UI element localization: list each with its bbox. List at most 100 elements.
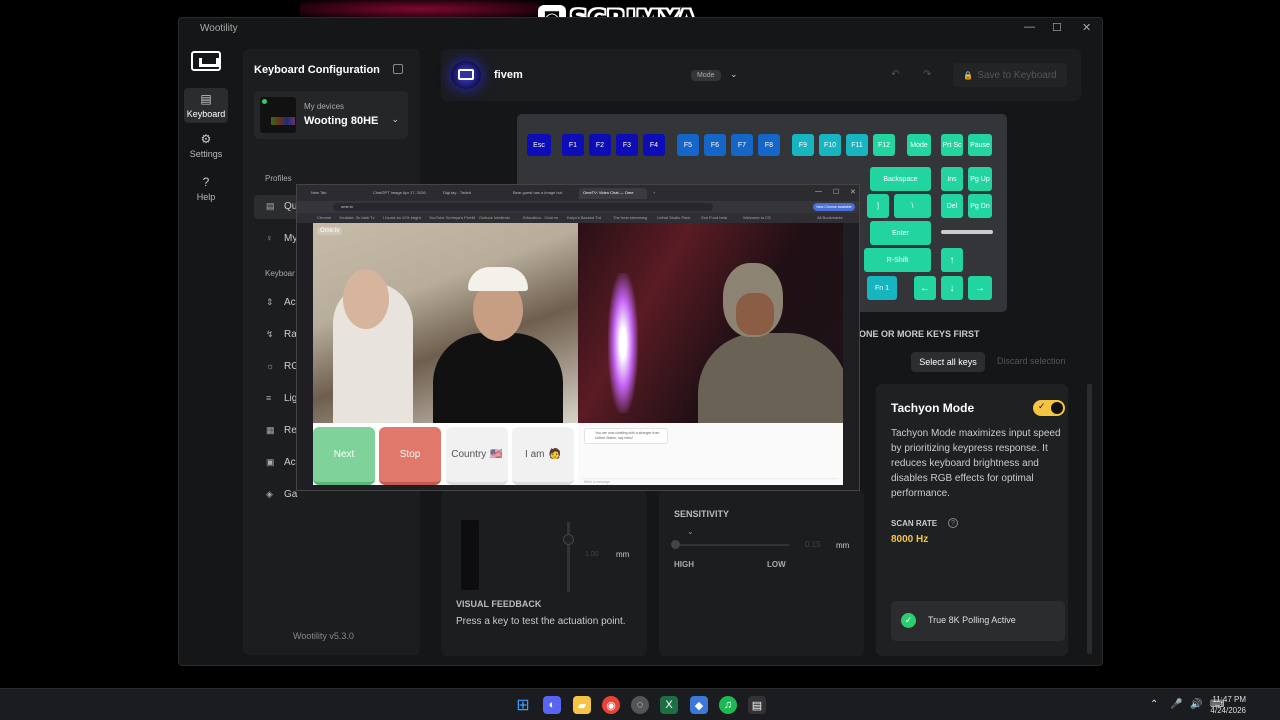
close-button[interactable]: ✕: [1082, 21, 1091, 34]
minimize-button[interactable]: —: [1024, 21, 1035, 33]
bookmark[interactable]: Education - Chat vs: [523, 215, 558, 220]
browser-maximize[interactable]: ☐: [833, 188, 839, 196]
visual-feedback-description: Press a key to test the actuation point.: [456, 616, 626, 627]
bookmark[interactable]: YouTube Scrimya's FiveM: [429, 215, 475, 220]
maximize-button[interactable]: ☐: [1052, 21, 1062, 34]
key-esc[interactable]: Esc: [527, 134, 551, 156]
gender-button[interactable]: I am 🧑: [512, 427, 574, 485]
discard-selection-button[interactable]: Discard selection: [997, 356, 1066, 366]
rail-help[interactable]: ? Help: [184, 175, 228, 202]
key-rbracket[interactable]: ]: [867, 194, 889, 218]
bookmark[interactable]: Zed Fund beta: [701, 215, 727, 220]
bookmark[interactable]: Chrome: [317, 215, 331, 220]
chat-input[interactable]: Write a message: [582, 478, 838, 484]
browser-tab[interactable]: Bear guest has a image but: [509, 188, 575, 199]
key-f2[interactable]: F2: [589, 134, 611, 156]
key-del[interactable]: Del: [941, 194, 963, 218]
next-button[interactable]: Next: [313, 427, 375, 485]
actuation-slider-knob[interactable]: [563, 534, 574, 545]
browser-tab[interactable]: New Tab: [307, 188, 365, 199]
bookmark[interactable]: The best streaming: [613, 215, 647, 220]
rgb-icon: ☼: [266, 361, 275, 371]
key-f9[interactable]: F9: [792, 134, 814, 156]
update-chrome-badge[interactable]: New Chrome available: [813, 203, 855, 211]
chevron-down-icon[interactable]: ⌄: [687, 527, 694, 536]
scrollbar[interactable]: [1087, 384, 1092, 654]
excel-icon[interactable]: X: [660, 696, 678, 714]
tachyon-toggle[interactable]: ✓: [1033, 400, 1065, 416]
bookmark[interactable]: Kaiyo's Backed Tut: [567, 215, 601, 220]
bookmark[interactable]: Youtube: Sc blah Tv: [339, 215, 375, 220]
collapse-sidebar-icon[interactable]: [393, 64, 403, 74]
obs-icon[interactable]: ◌: [631, 696, 649, 714]
key-enter[interactable]: Enter: [870, 221, 931, 245]
address-bar[interactable]: ome.tv: [333, 203, 713, 211]
key-f11[interactable]: F11: [846, 134, 868, 156]
key-mode[interactable]: Mode: [907, 134, 931, 156]
key-ins[interactable]: Ins: [941, 167, 963, 191]
stop-button[interactable]: Stop: [379, 427, 441, 485]
actuation-value[interactable]: 1.00: [585, 551, 609, 565]
browser-tab[interactable]: ChatGPT Image Apr 17, 2026: [369, 188, 435, 199]
app-icon[interactable]: ◆: [690, 696, 708, 714]
key-backspace[interactable]: Backspace: [870, 167, 931, 191]
mode-select[interactable]: Mode: [691, 70, 721, 81]
microphone-icon[interactable]: 🎤: [1170, 699, 1182, 710]
key-f10[interactable]: F10: [819, 134, 841, 156]
key-arrow-left[interactable]: ←: [914, 276, 936, 300]
volume-icon[interactable]: 🔊: [1190, 699, 1202, 710]
key-f7[interactable]: F7: [731, 134, 753, 156]
clock[interactable]: 11:47 PM 4/24/2026: [1210, 694, 1246, 716]
undo-icon[interactable]: ↶: [891, 69, 899, 80]
key-pause[interactable]: Pause: [968, 134, 992, 156]
browser-tab[interactable]: Digi.tay - Twitch: [439, 188, 505, 199]
browser-minimize[interactable]: —: [815, 188, 822, 195]
key-f5[interactable]: F5: [677, 134, 699, 156]
chevron-down-icon[interactable]: ⌄: [730, 69, 738, 80]
key-pgup[interactable]: Pg Up: [968, 167, 992, 191]
browser-tab-active[interactable]: OmeTV: Video Chat — Ome: [579, 188, 647, 199]
key-f4[interactable]: F4: [643, 134, 665, 156]
device-selector[interactable]: My devices Wooting 80HE ⌄: [254, 91, 408, 139]
key-backslash[interactable]: \: [894, 194, 931, 218]
key-prtsc[interactable]: Prt Sc: [941, 134, 963, 156]
tray-overflow-icon[interactable]: ⌃: [1150, 699, 1158, 710]
key-arrow-down[interactable]: ↓: [941, 276, 963, 300]
bookmark[interactable]: All Bookmarks: [817, 215, 843, 220]
key-pgdn[interactable]: Pg Dn: [968, 194, 992, 218]
file-explorer-icon[interactable]: ▰: [573, 696, 591, 714]
select-all-keys-button[interactable]: Select all keys: [911, 352, 985, 372]
info-icon[interactable]: ?: [948, 518, 958, 528]
key-f3[interactable]: F3: [616, 134, 638, 156]
new-tab-button[interactable]: +: [649, 188, 659, 199]
chrome-icon[interactable]: ◉: [602, 696, 620, 714]
key-f1[interactable]: F1: [562, 134, 584, 156]
key-f6[interactable]: F6: [704, 134, 726, 156]
key-fn1[interactable]: Fn 1: [867, 276, 897, 300]
rail-settings[interactable]: ⚙ Settings: [184, 132, 228, 159]
wootility-icon[interactable]: ▤: [748, 696, 766, 714]
sensitivity-slider-knob[interactable]: [671, 540, 680, 549]
rail-keyboard[interactable]: ▤ Keyboard: [184, 88, 228, 123]
key-rshift[interactable]: R-Shift: [864, 248, 931, 272]
bookmark[interactable]: I found an 11% bright: [383, 215, 421, 220]
bookmark[interactable]: Lethal Studio Pack: [657, 215, 690, 220]
bookmark[interactable]: Welcome to CS: [743, 215, 771, 220]
windows-start-icon[interactable]: ⊞: [514, 696, 532, 714]
toggle-knob: [1051, 402, 1063, 414]
wooting-logo[interactable]: [191, 51, 221, 71]
browser-close[interactable]: ✕: [850, 188, 856, 196]
key-arrow-right[interactable]: →: [968, 276, 992, 300]
key-arrow-up[interactable]: ↑: [941, 248, 963, 272]
key-f8[interactable]: F8: [758, 134, 780, 156]
key-f12[interactable]: F12: [873, 134, 895, 156]
redo-icon[interactable]: ↷: [923, 69, 931, 80]
actuation-slider-track[interactable]: [567, 522, 570, 592]
sensitivity-slider-track[interactable]: [674, 544, 789, 546]
discord-icon[interactable]: ◐: [543, 696, 561, 714]
save-to-keyboard-button[interactable]: 🔒 Save to Keyboard: [953, 63, 1067, 87]
sensitivity-value[interactable]: 0.15: [805, 540, 821, 549]
spotify-icon[interactable]: ♫: [719, 696, 737, 714]
country-button[interactable]: Country 🇺🇸: [446, 427, 508, 485]
bookmark[interactable]: Outlook Intellecto: [479, 215, 510, 220]
